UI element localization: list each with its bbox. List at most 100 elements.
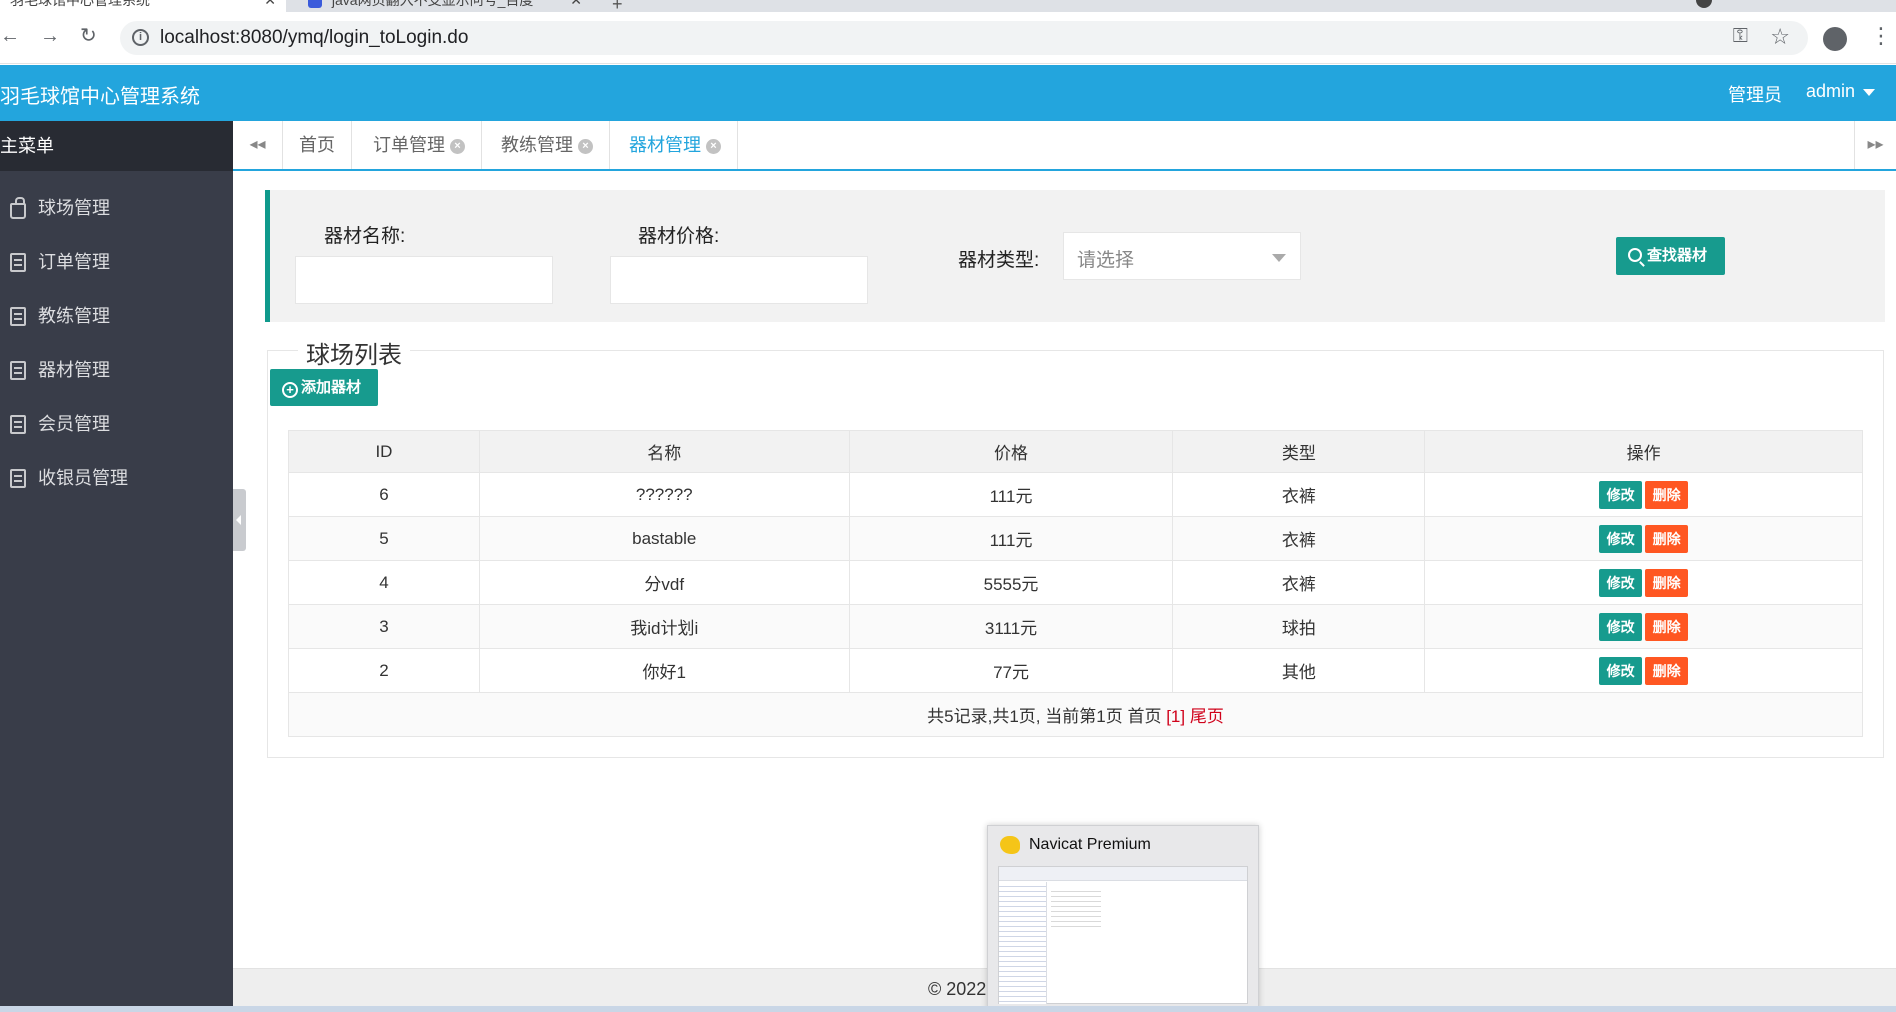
plus-circle-icon: + — [282, 382, 298, 398]
close-icon[interactable]: ✕ — [264, 0, 276, 12]
sidebar-item-orders[interactable]: 订单管理 — [0, 235, 233, 289]
address-bar[interactable]: i localhost:8080/ymq/login_toLogin.do ⚿ … — [120, 21, 1808, 55]
sidebar-item-court[interactable]: 球场管理 — [0, 181, 233, 235]
edit-button[interactable]: 修改 — [1599, 568, 1643, 597]
user-menu[interactable]: admin — [1806, 81, 1876, 102]
browser-toolbar: ← → ↻ i localhost:8080/ymq/login_toLogin… — [0, 12, 1896, 64]
pager-first-link[interactable]: 首页 — [1127, 707, 1161, 726]
delete-button[interactable]: 删除 — [1645, 656, 1689, 685]
reload-icon[interactable]: ↻ — [80, 26, 97, 46]
url-text[interactable]: localhost:8080/ymq/login_toLogin.do — [160, 27, 468, 49]
sidebar-item-label: 会员管理 — [38, 414, 110, 434]
edit-button[interactable]: 修改 — [1599, 612, 1643, 641]
cell-id: 6 — [288, 472, 480, 517]
tab-equipment[interactable]: 器材管理 × — [613, 121, 738, 169]
pager-current-page[interactable]: [1] — [1166, 707, 1185, 726]
sidebar-collapse-handle[interactable] — [233, 489, 246, 551]
profile-avatar-icon[interactable] — [1823, 27, 1847, 51]
document-icon — [10, 415, 26, 434]
tab-scroll-right-icon[interactable]: ▸▸ — [1854, 121, 1896, 169]
sidebar-item-label: 教练管理 — [38, 306, 110, 326]
pager-last-link[interactable]: 尾页 — [1190, 707, 1224, 726]
sidebar-item-equipment[interactable]: 器材管理 — [0, 343, 233, 397]
sidebar-item-coaches[interactable]: 教练管理 — [0, 289, 233, 343]
delete-button[interactable]: 删除 — [1645, 568, 1689, 597]
back-icon[interactable]: ← — [0, 26, 20, 46]
copyright-text: © 2022 — [928, 979, 987, 999]
bookmark-star-icon[interactable]: ☆ — [1770, 24, 1790, 50]
tab-label: 器材管理 — [629, 135, 701, 155]
delete-button[interactable]: 删除 — [1645, 612, 1689, 641]
chevron-down-icon — [1272, 254, 1286, 262]
info-icon[interactable]: i — [132, 29, 149, 46]
equipment-type-select[interactable]: 请选择 — [1063, 232, 1301, 280]
edit-button[interactable]: 修改 — [1599, 480, 1643, 509]
select-placeholder: 请选择 — [1077, 250, 1135, 271]
equipment-table: ID 名称 价格 类型 操作 6 ?????? 111元 衣裤 修改 删除 5 b… — [288, 430, 1863, 737]
equipment-price-input[interactable] — [610, 256, 868, 304]
equipment-type-label: 器材类型: — [958, 250, 1040, 271]
table-row: 6 ?????? 111元 衣裤 修改 删除 — [288, 472, 1863, 517]
browser-menu-icon[interactable]: ⋮ — [1870, 25, 1892, 47]
list-legend: 球场列表 — [298, 335, 410, 370]
close-icon[interactable]: × — [450, 138, 465, 154]
sidebar-heading: 主菜单 — [0, 121, 233, 171]
sidebar-item-cashiers[interactable]: 收银员管理 — [0, 451, 233, 505]
equipment-name-input[interactable] — [295, 256, 553, 304]
add-equipment-button[interactable]: + 添加器材 — [270, 369, 378, 406]
close-icon[interactable]: ✕ — [570, 0, 582, 12]
cell-name: 你好1 — [478, 648, 850, 693]
column-header-id: ID — [288, 430, 480, 473]
app-header: 羽毛球馆中心管理系统 管理员 admin — [0, 65, 1896, 121]
tab-search-icon[interactable] — [1696, 0, 1712, 8]
caret-down-icon — [1863, 88, 1876, 96]
role-label: 管理员 — [1728, 85, 1782, 105]
tab-scroll-left-icon[interactable]: ◂◂ — [233, 121, 283, 169]
document-icon — [10, 361, 26, 380]
cell-price: 77元 — [848, 648, 1174, 693]
pager-row: 共5记录,共1页, 当前第1页 首页 [1] 尾页 — [288, 692, 1863, 737]
table-row: 2 你好1 77元 其他 修改 删除 — [288, 648, 1863, 693]
browser-tab-title: 羽毛球馆中心管理系统 — [10, 0, 150, 8]
equipment-price-label: 器材价格: — [638, 226, 720, 247]
app-title: 羽毛球馆中心管理系统 — [0, 86, 200, 108]
cell-type: 衣裤 — [1172, 472, 1426, 517]
cell-price: 3111元 — [848, 604, 1174, 649]
tab-coaches[interactable]: 教练管理 × — [485, 121, 610, 169]
cell-price: 111元 — [848, 516, 1174, 561]
column-header-name: 名称 — [478, 430, 850, 473]
cell-actions: 修改 删除 — [1424, 604, 1863, 649]
close-icon[interactable]: × — [706, 138, 721, 154]
column-header-price: 价格 — [848, 430, 1174, 473]
column-header-actions: 操作 — [1424, 430, 1863, 473]
search-equipment-button[interactable]: 查找器材 — [1616, 237, 1725, 275]
edit-button[interactable]: 修改 — [1599, 656, 1643, 685]
forward-icon[interactable]: → — [40, 26, 60, 46]
thumbnail-content — [1051, 887, 1101, 927]
key-icon[interactable]: ⚿ — [1733, 25, 1748, 48]
search-button-label: 查找器材 — [1647, 247, 1708, 264]
tab-label: 教练管理 — [501, 135, 573, 155]
tab-orders[interactable]: 订单管理 × — [357, 121, 482, 169]
cell-id: 4 — [288, 560, 480, 605]
new-tab-icon[interactable]: + — [612, 0, 623, 12]
tab-home[interactable]: 首页 — [283, 121, 352, 169]
browser-tab-inactive[interactable]: java网页翻入不支显示问号_百度 ✕ — [298, 0, 592, 12]
taskbar-window-preview[interactable]: Navicat Premium — [987, 825, 1259, 1012]
app-tab-bar: ◂◂ 首页 订单管理 × 教练管理 × 器材管理 × ▸▸ — [233, 121, 1896, 171]
delete-button[interactable]: 删除 — [1645, 524, 1689, 553]
preview-thumbnail[interactable] — [998, 866, 1248, 1004]
edit-button[interactable]: 修改 — [1599, 524, 1643, 553]
browser-tab-strip: 羽毛球馆中心管理系统 ✕ java网页翻入不支显示问号_百度 ✕ + — [0, 0, 1896, 12]
cell-type: 衣裤 — [1172, 560, 1426, 605]
close-icon[interactable]: × — [578, 138, 593, 154]
browser-tab-active[interactable]: 羽毛球馆中心管理系统 ✕ — [0, 0, 286, 12]
cell-name: 分vdf — [478, 560, 850, 605]
delete-button[interactable]: 删除 — [1645, 480, 1689, 509]
search-icon — [1628, 248, 1642, 262]
cell-name: bastable — [478, 516, 850, 561]
cell-type: 衣裤 — [1172, 516, 1426, 561]
search-panel: 器材名称: 器材价格: 器材类型: 请选择 查找器材 — [265, 190, 1885, 322]
pagination: 共5记录,共1页, 当前第1页 首页 [1] 尾页 — [288, 692, 1863, 737]
sidebar-item-members[interactable]: 会员管理 — [0, 397, 233, 451]
